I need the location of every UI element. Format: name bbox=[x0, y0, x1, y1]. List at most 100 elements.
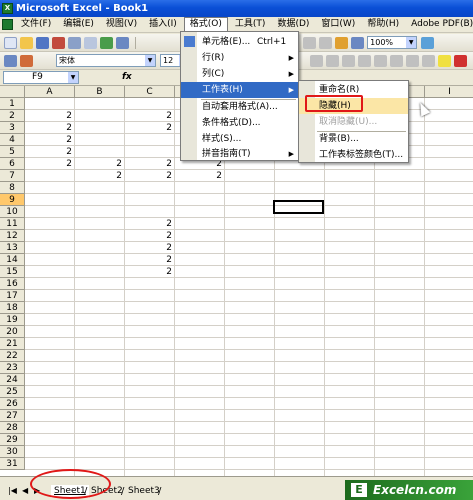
row-header-4[interactable]: 4 bbox=[0, 134, 25, 146]
menu-format[interactable]: 格式(O) bbox=[183, 17, 228, 32]
cell-a6[interactable]: 2 bbox=[25, 158, 75, 170]
menu-help[interactable]: 帮助(H) bbox=[362, 17, 404, 32]
row-header-28[interactable]: 28 bbox=[0, 422, 25, 434]
menu-item-row[interactable]: 行(R) ▶ bbox=[181, 50, 298, 66]
pdf-icon[interactable] bbox=[20, 54, 33, 67]
function-icon[interactable]: fx bbox=[122, 72, 132, 82]
row-header-21[interactable]: 21 bbox=[0, 338, 25, 350]
cell-c3[interactable]: 2 bbox=[125, 122, 175, 134]
column-header-i[interactable]: I bbox=[425, 86, 473, 98]
menu-item-tab-color[interactable]: 工作表标签颜色(T)... bbox=[299, 147, 408, 163]
row-header-11[interactable]: 11 bbox=[0, 218, 25, 230]
cell-b7[interactable]: 2 bbox=[75, 170, 125, 182]
row-header-2[interactable]: 2 bbox=[0, 110, 25, 122]
menu-adobe-pdf[interactable]: Adobe PDF(B) bbox=[406, 17, 473, 32]
increase-decimal-icon[interactable] bbox=[374, 54, 387, 67]
cell-c15[interactable]: 2 bbox=[125, 266, 175, 278]
row-header-5[interactable]: 5 bbox=[0, 146, 25, 158]
first-sheet-icon[interactable]: |◀ bbox=[8, 486, 17, 495]
menu-tools[interactable]: 工具(T) bbox=[230, 17, 271, 32]
save-icon[interactable] bbox=[36, 36, 49, 49]
decrease-indent-icon[interactable] bbox=[390, 54, 403, 67]
sort-ascending-icon[interactable] bbox=[303, 36, 317, 49]
cell-c11[interactable]: 2 bbox=[125, 218, 175, 230]
zoom-select[interactable]: 100% ▼ bbox=[367, 36, 418, 49]
row-header-8[interactable]: 8 bbox=[0, 182, 25, 194]
menu-item-phonetic-guide[interactable]: 拼音指南(T) ▶ bbox=[181, 146, 298, 162]
menu-view[interactable]: 视图(V) bbox=[101, 17, 142, 32]
row-header-16[interactable]: 16 bbox=[0, 278, 25, 290]
row-header-23[interactable]: 23 bbox=[0, 362, 25, 374]
menu-item-autoformat[interactable]: 自动套用格式(A)... bbox=[181, 99, 298, 115]
borders-icon[interactable] bbox=[422, 54, 435, 67]
permission-icon[interactable] bbox=[52, 36, 65, 49]
merge-center-icon[interactable] bbox=[310, 54, 323, 67]
menu-edit[interactable]: 编辑(E) bbox=[58, 17, 99, 32]
spelling-icon[interactable] bbox=[100, 36, 113, 49]
open-icon[interactable] bbox=[20, 36, 33, 49]
print-icon[interactable] bbox=[68, 36, 81, 49]
cell-a5[interactable]: 2 bbox=[25, 146, 75, 158]
menu-item-background[interactable]: 背景(B)... bbox=[299, 131, 408, 147]
row-header-13[interactable]: 13 bbox=[0, 242, 25, 254]
row-header-12[interactable]: 12 bbox=[0, 230, 25, 242]
currency-icon[interactable] bbox=[326, 54, 339, 67]
cell-c13[interactable]: 2 bbox=[125, 242, 175, 254]
row-header-26[interactable]: 26 bbox=[0, 398, 25, 410]
drawing-icon[interactable] bbox=[351, 36, 365, 49]
column-header-c[interactable]: C bbox=[125, 86, 175, 98]
cell-c12[interactable]: 2 bbox=[125, 230, 175, 242]
research-icon[interactable] bbox=[116, 36, 129, 49]
print-preview-icon[interactable] bbox=[84, 36, 97, 49]
cell-d7[interactable]: 2 bbox=[175, 170, 225, 182]
cell-c7[interactable]: 2 bbox=[125, 170, 175, 182]
fill-color-icon[interactable] bbox=[438, 54, 451, 67]
cell-a4[interactable]: 2 bbox=[25, 134, 75, 146]
column-header-b[interactable]: B bbox=[75, 86, 125, 98]
menu-item-sheet[interactable]: 工作表(H) ▶ bbox=[181, 82, 298, 98]
row-header-7[interactable]: 7 bbox=[0, 170, 25, 182]
sort-descending-icon[interactable] bbox=[319, 36, 333, 49]
row-header-15[interactable]: 15 bbox=[0, 266, 25, 278]
select-all-corner[interactable] bbox=[0, 86, 25, 98]
cell-b6[interactable]: 2 bbox=[75, 158, 125, 170]
row-header-14[interactable]: 14 bbox=[0, 254, 25, 266]
row-header-22[interactable]: 22 bbox=[0, 350, 25, 362]
row-header-3[interactable]: 3 bbox=[0, 122, 25, 134]
font-color-icon[interactable] bbox=[454, 54, 467, 67]
menu-item-format-cells[interactable]: 单元格(E)... Ctrl+1 bbox=[181, 34, 298, 50]
row-header-29[interactable]: 29 bbox=[0, 434, 25, 446]
percent-icon[interactable] bbox=[342, 54, 355, 67]
row-header-6[interactable]: 6 bbox=[0, 158, 25, 170]
row-header-20[interactable]: 20 bbox=[0, 326, 25, 338]
row-header-31[interactable]: 31 bbox=[0, 458, 25, 470]
menu-item-conditional-format[interactable]: 条件格式(D)... bbox=[181, 115, 298, 131]
prev-sheet-icon[interactable]: ◀ bbox=[22, 486, 28, 495]
menu-window[interactable]: 窗口(W) bbox=[316, 17, 360, 32]
name-box[interactable]: F9 ▼ bbox=[3, 71, 79, 84]
row-header-27[interactable]: 27 bbox=[0, 410, 25, 422]
row-header-10[interactable]: 10 bbox=[0, 206, 25, 218]
row-header-9[interactable]: 9 bbox=[0, 194, 25, 206]
chart-wizard-icon[interactable] bbox=[335, 36, 349, 49]
row-header-24[interactable]: 24 bbox=[0, 374, 25, 386]
row-header-30[interactable]: 30 bbox=[0, 446, 25, 458]
toolbar-options-icon[interactable] bbox=[4, 54, 17, 67]
menu-file[interactable]: 文件(F) bbox=[16, 17, 56, 32]
cell-a2[interactable]: 2 bbox=[25, 110, 75, 122]
menu-insert[interactable]: 插入(I) bbox=[144, 17, 182, 32]
cell-c2[interactable]: 2 bbox=[125, 110, 175, 122]
comma-icon[interactable] bbox=[358, 54, 371, 67]
cell-c6[interactable]: 2 bbox=[125, 158, 175, 170]
increase-indent-icon[interactable] bbox=[406, 54, 419, 67]
row-header-17[interactable]: 17 bbox=[0, 290, 25, 302]
row-header-18[interactable]: 18 bbox=[0, 302, 25, 314]
row-header-25[interactable]: 25 bbox=[0, 386, 25, 398]
menu-item-column[interactable]: 列(C) ▶ bbox=[181, 66, 298, 82]
help-icon[interactable] bbox=[421, 36, 435, 49]
column-header-a[interactable]: A bbox=[25, 86, 75, 98]
font-select[interactable]: 宋体 ▼ bbox=[56, 54, 156, 67]
cell-c14[interactable]: 2 bbox=[125, 254, 175, 266]
row-header-19[interactable]: 19 bbox=[0, 314, 25, 326]
menu-data[interactable]: 数据(D) bbox=[272, 17, 314, 32]
